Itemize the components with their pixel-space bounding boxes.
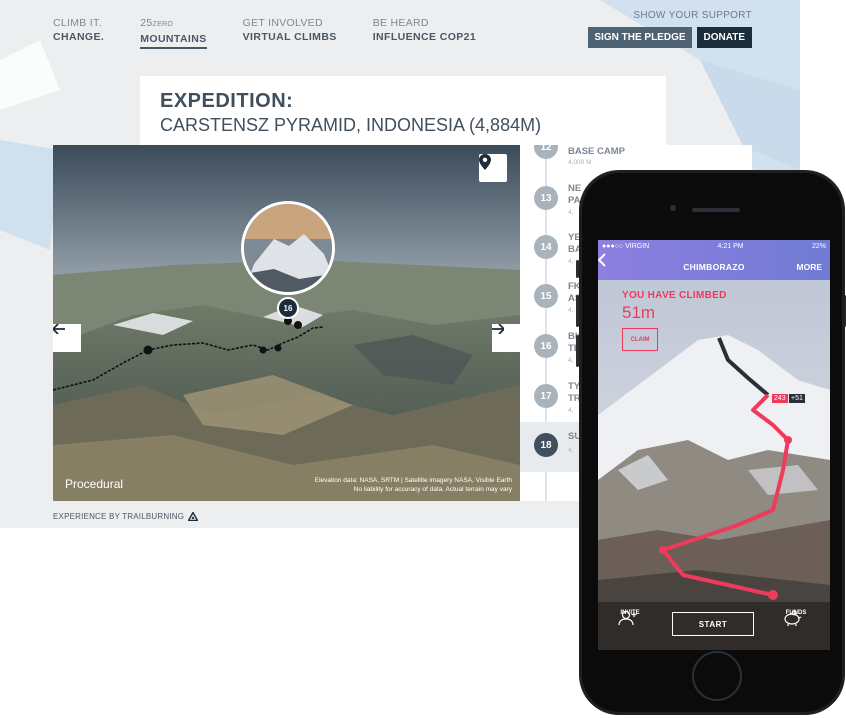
marker-number-badge[interactable]: 16 [277,297,299,319]
nav-item-bottom: INFLUENCE COP21 [372,31,477,43]
home-button[interactable] [692,651,742,701]
front-camera [670,205,676,211]
mountain-background [598,240,830,650]
map-pin-button[interactable] [479,154,507,182]
step-title: BASE CAMP [568,146,626,157]
arrow-left-icon [53,324,65,334]
nav-item-climb-it[interactable]: CLIMB IT. CHANGE. [53,16,104,49]
prev-arrow-button[interactable] [53,324,81,352]
trailburning-credit[interactable]: EXPERIENCE BY TRAILBURNING [53,512,199,521]
funds-button[interactable]: FUNDS [782,610,810,626]
credit-line-2: No liability for accuracy of data. Actua… [353,486,512,493]
nav-zero-sup: ZERO [152,21,174,28]
map-pin-icon [479,154,491,170]
step-number: 18 [534,433,558,457]
status-battery: 22% [811,243,826,250]
expedition-name: CARSTENSZ PYRAMID, INDONESIA (4,884M) [160,115,542,135]
arrow-right-icon [492,324,504,334]
claim-button[interactable]: CLAIM [622,328,658,351]
step-title: NE [568,183,582,194]
step-number: 13 [534,186,558,210]
expedition-card: EXPEDITION: CARSTENSZ PYRAMID, INDONESIA… [140,76,666,146]
procedural-label: Procedural [65,477,124,491]
donate-button[interactable]: DONATE [696,27,752,48]
step-number: 14 [534,235,558,259]
support-section: SHOW YOUR SUPPORT SIGN THE PLEDGE DONATE [588,10,752,48]
speaker-grill [692,208,740,212]
step-number: 15 [534,284,558,308]
nav-item-get-involved[interactable]: GET INVOLVED VIRTUAL CLIMBS [243,16,337,49]
start-button[interactable]: START [672,612,754,636]
step-subtitle: 4, [568,407,574,414]
nav-item-top: CLIMB IT. [53,17,102,29]
app-bottom-bar: INVITE START FUNDS [598,602,830,650]
status-time: 4:21 PM [717,243,744,250]
summit-photo-thumbnail[interactable] [241,201,335,295]
step-subtitle: 4, [568,209,574,216]
nav-item-mountains[interactable]: 25ZERO MOUNTAINS [140,16,207,49]
trailburning-logo-icon [188,512,199,521]
nav-item-top: 25ZERO [140,16,206,32]
support-buttons: SIGN THE PLEDGE DONATE [588,27,752,48]
phone-mockup: ●●●○○ VIRGIN 4:21 PM 22% CHIMBORAZO MORE… [576,170,846,715]
phone-screen: ●●●○○ VIRGIN 4:21 PM 22% CHIMBORAZO MORE… [598,240,830,650]
terrain-map[interactable]: 16 Procedural Elevation data: NASA, SRTM… [53,145,520,501]
nav-item-be-heard[interactable]: BE HEARD INFLUENCE COP21 [373,16,476,49]
main-nav: CLIMB IT. CHANGE. 25ZERO MOUNTAINS GET I… [53,16,476,49]
more-button[interactable]: MORE [797,262,823,272]
terrain-render [53,145,520,501]
step-number: 17 [534,384,558,408]
summit-photo [244,204,332,292]
step-subtitle: 4, [568,258,574,265]
gain-badge: +51 [789,394,805,403]
invite-person-icon [618,610,637,626]
progress-badge: 243 [772,394,788,403]
expedition-label: EXPEDITION: [160,90,294,112]
step-subtitle: 4,000 M [568,159,592,166]
data-credit: Elevation data: NASA, SRTM | Satellite i… [315,476,512,494]
sign-pledge-button[interactable]: SIGN THE PLEDGE [588,27,692,48]
nav-item-top: GET INVOLVED [242,17,323,29]
nav-item-top: BE HEARD [372,17,429,29]
credit-line-1: Elevation data: NASA, SRTM | Satellite i… [314,477,512,484]
phone-status-bar: ●●●○○ VIRGIN 4:21 PM 22% [598,240,830,253]
nav-item-bottom: CHANGE. [53,31,105,43]
volume-down-button [576,335,579,367]
app-header: CHIMBORAZO MORE [598,253,830,280]
support-label: SHOW YOUR SUPPORT [633,10,752,21]
step-number: 12 [534,145,558,159]
nav-item-bottom: VIRTUAL CLIMBS [242,31,337,43]
step-subtitle: 4, [568,447,574,454]
phone-bezel: ●●●○○ VIRGIN 4:21 PM 22% CHIMBORAZO MORE… [582,173,842,712]
trailburning-label: EXPERIENCE BY TRAILBURNING [53,512,185,521]
climbed-value: 51m [622,303,656,322]
volume-up-button [576,295,579,327]
nav-item-bottom: MOUNTAINS [140,32,207,49]
status-carrier: ●●●○○ VIRGIN [602,243,650,250]
mute-switch [576,260,579,278]
nav-25: 25 [140,17,153,29]
next-arrow-button[interactable] [492,324,520,352]
step-subtitle: 4, [568,357,574,364]
invite-button[interactable]: INVITE [618,610,642,626]
climbed-label: YOU HAVE CLIMBED [622,290,727,301]
step-subtitle: 4, [568,307,574,314]
piggy-bank-icon [784,610,802,626]
app-title: CHIMBORAZO [683,262,745,272]
step-number: 16 [534,334,558,358]
